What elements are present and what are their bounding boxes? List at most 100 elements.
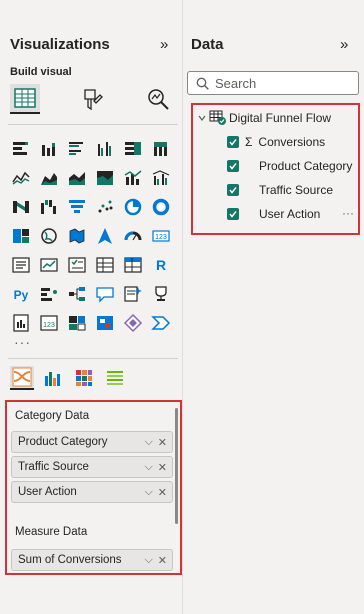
paginated-report-icon[interactable] bbox=[10, 312, 32, 334]
gauge-icon[interactable] bbox=[122, 225, 144, 247]
treemap-icon[interactable] bbox=[10, 225, 32, 247]
collapse-data-button[interactable]: » bbox=[340, 36, 348, 53]
stacked-column-chart-icon[interactable] bbox=[38, 138, 60, 160]
divider bbox=[8, 358, 178, 359]
scrollbar[interactable] bbox=[175, 408, 178, 524]
svg-text:123: 123 bbox=[43, 322, 55, 329]
trophy-goals-icon[interactable] bbox=[150, 283, 172, 305]
waterfall-chart-icon[interactable] bbox=[38, 196, 60, 218]
smart-narrative-icon[interactable] bbox=[122, 283, 144, 305]
line-chart-icon[interactable] bbox=[10, 167, 32, 189]
area-chart-icon[interactable] bbox=[38, 167, 60, 189]
diamond-visual-icon[interactable] bbox=[122, 312, 144, 334]
power-automate-flow-icon[interactable] bbox=[150, 312, 172, 334]
donut-chart-icon[interactable] bbox=[150, 196, 172, 218]
stacked-bar-chart-icon[interactable] bbox=[10, 138, 32, 160]
chevron-down-icon[interactable]: ⌵ bbox=[144, 486, 152, 499]
checkbox-checked-icon[interactable] bbox=[227, 208, 239, 220]
field-label: Traffic Source bbox=[18, 461, 89, 473]
line-and-stacked-column-chart-icon[interactable] bbox=[122, 167, 144, 189]
close-icon[interactable]: ✕ bbox=[158, 436, 167, 449]
chevron-down-icon bbox=[198, 115, 206, 121]
clustered-bar-chart-icon[interactable] bbox=[66, 138, 88, 160]
category-field-traffic-source[interactable]: Traffic Source ⌵ ✕ bbox=[11, 456, 173, 478]
chevron-down-icon[interactable]: ⌵ bbox=[144, 554, 152, 567]
pie-chart-icon[interactable] bbox=[122, 196, 144, 218]
search-box bbox=[187, 71, 359, 95]
search-input[interactable] bbox=[215, 75, 345, 91]
map-icon[interactable] bbox=[38, 225, 60, 247]
list-icon bbox=[107, 371, 123, 385]
chevron-down-icon[interactable]: ⌵ bbox=[144, 461, 152, 474]
close-icon[interactable]: ✕ bbox=[158, 486, 167, 499]
scorecard-icon[interactable]: 123 bbox=[38, 312, 60, 334]
data-title: Data bbox=[191, 36, 224, 53]
close-icon[interactable]: ✕ bbox=[158, 554, 167, 567]
field-label: Conversions bbox=[258, 135, 326, 149]
chevron-down-icon[interactable]: ⌵ bbox=[144, 436, 152, 449]
ribbon-chart-icon[interactable] bbox=[10, 196, 32, 218]
category-field-product-category[interactable]: Product Category ⌵ ✕ bbox=[11, 431, 173, 453]
slicer-icon[interactable] bbox=[66, 254, 88, 276]
field-label: User Action bbox=[259, 207, 321, 221]
table-digital-funnel-flow[interactable]: Digital Funnel Flow bbox=[197, 110, 331, 126]
visualizations-pane: Visualizations » Build visual 123 R Py 1… bbox=[0, 0, 183, 614]
azure-map-icon[interactable] bbox=[94, 225, 116, 247]
build-visual-button[interactable] bbox=[10, 84, 40, 114]
fields-tab[interactable] bbox=[10, 366, 34, 390]
filled-map-icon[interactable] bbox=[66, 225, 88, 247]
sigma-icon: Σ bbox=[245, 135, 253, 149]
svg-text:Py: Py bbox=[14, 288, 29, 302]
power-apps-icon[interactable] bbox=[66, 312, 88, 334]
100-percent-bar-chart-icon[interactable] bbox=[122, 138, 144, 160]
100-percent-area-chart-icon[interactable] bbox=[94, 167, 116, 189]
table-icon[interactable] bbox=[94, 254, 116, 276]
power-automate-icon[interactable] bbox=[94, 312, 116, 334]
divider bbox=[8, 124, 178, 125]
checkbox-checked-icon[interactable] bbox=[227, 160, 239, 172]
field-wells: Category Data Product Category ⌵ ✕ Traff… bbox=[5, 400, 182, 575]
analytics-button[interactable] bbox=[143, 84, 173, 114]
qa-visual-icon[interactable] bbox=[94, 283, 116, 305]
search-icon bbox=[196, 77, 209, 90]
format-visual-button[interactable] bbox=[77, 84, 107, 114]
bar-chart-icon bbox=[45, 372, 60, 386]
heatmap-visual-tab[interactable] bbox=[72, 366, 96, 390]
multi-row-card-icon[interactable] bbox=[10, 254, 32, 276]
field-traffic-source[interactable]: Traffic Source bbox=[227, 183, 333, 197]
fields-list: Digital Funnel Flow Σ Conversions Produc… bbox=[191, 103, 360, 235]
close-icon[interactable]: ✕ bbox=[158, 461, 167, 474]
field-product-category[interactable]: Product Category bbox=[227, 159, 352, 173]
field-user-action[interactable]: User Action bbox=[227, 207, 320, 221]
line-and-clustered-column-chart-icon[interactable] bbox=[150, 167, 172, 189]
table-name: Digital Funnel Flow bbox=[229, 111, 332, 125]
kpi-icon[interactable] bbox=[38, 254, 60, 276]
card-icon[interactable]: 123 bbox=[150, 225, 172, 247]
stacked-area-chart-icon[interactable] bbox=[66, 167, 88, 189]
collapse-visualizations-button[interactable]: » bbox=[160, 36, 168, 53]
checkbox-checked-icon[interactable] bbox=[227, 136, 239, 148]
table-icon bbox=[209, 110, 226, 125]
matrix-icon[interactable] bbox=[122, 254, 144, 276]
clustered-column-chart-icon[interactable] bbox=[94, 138, 116, 160]
checkbox-checked-icon[interactable] bbox=[227, 184, 239, 196]
funnel-chart-icon[interactable] bbox=[66, 196, 88, 218]
measure-field-sum-of-conversions[interactable]: Sum of Conversions ⌵ ✕ bbox=[11, 549, 173, 571]
field-label: Product Category bbox=[18, 436, 108, 448]
bar-visual-tab[interactable] bbox=[41, 366, 65, 390]
r-visual-icon[interactable]: R bbox=[150, 254, 172, 276]
field-label: User Action bbox=[18, 486, 77, 498]
python-visual-icon[interactable]: Py bbox=[10, 283, 32, 305]
field-label: Traffic Source bbox=[259, 183, 334, 197]
scatter-chart-icon[interactable] bbox=[94, 196, 116, 218]
analytics-magnifier-icon bbox=[148, 89, 169, 110]
heatmap-icon bbox=[76, 370, 92, 386]
list-visual-tab[interactable] bbox=[103, 366, 127, 390]
category-field-user-action[interactable]: User Action ⌵ ✕ bbox=[11, 481, 173, 503]
100-percent-column-chart-icon[interactable] bbox=[150, 138, 172, 160]
field-conversions[interactable]: Σ Conversions bbox=[227, 135, 325, 149]
decomposition-tree-icon[interactable] bbox=[66, 283, 88, 305]
more-options-button[interactable]: ··· bbox=[342, 206, 354, 220]
more-visuals-button[interactable]: ··· bbox=[14, 334, 31, 350]
key-influencers-icon[interactable] bbox=[38, 283, 60, 305]
